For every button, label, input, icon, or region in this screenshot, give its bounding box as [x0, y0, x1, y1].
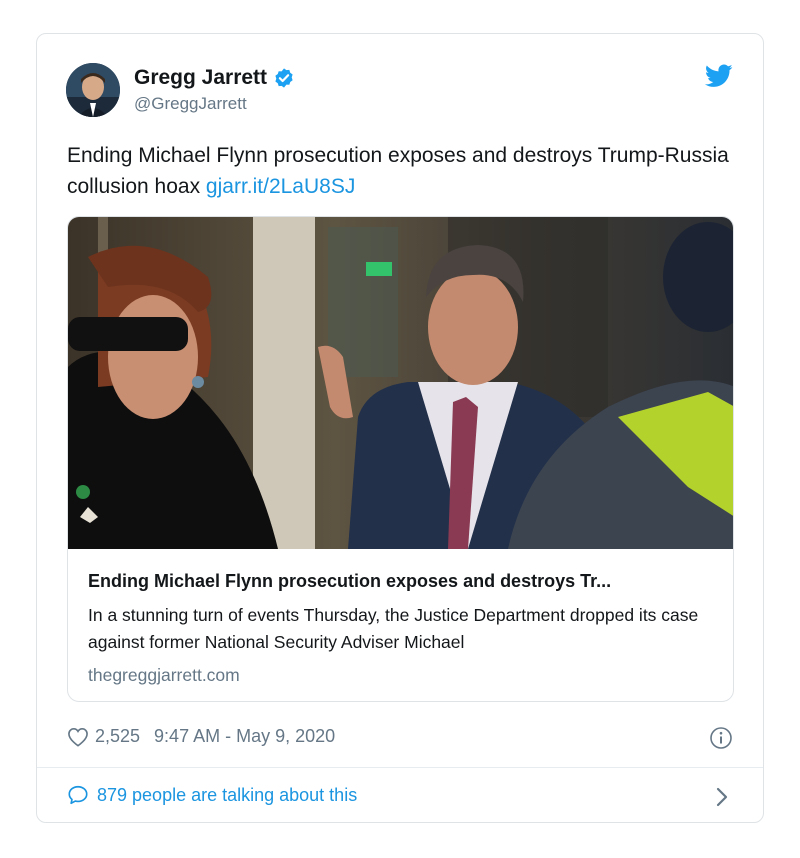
author-handle[interactable]: @GreggJarrett — [134, 94, 247, 114]
tweet-card[interactable]: Gregg Jarrett @GreggJarrett Ending Micha… — [36, 33, 764, 823]
tweet-link[interactable]: gjarr.it/2LaU8SJ — [206, 175, 355, 198]
timestamp[interactable]: 9:47 AM - May 9, 2020 — [154, 726, 335, 747]
link-card-domain: thegreggjarrett.com — [88, 665, 240, 685]
like-count[interactable]: 2,525 — [95, 726, 140, 747]
article-photo[interactable] — [68, 217, 734, 549]
link-card-title[interactable]: Ending Michael Flynn prosecution exposes… — [88, 571, 718, 592]
author-name[interactable]: Gregg Jarrett — [134, 66, 267, 90]
author-name-row[interactable]: Gregg Jarrett — [134, 66, 295, 90]
heart-icon[interactable] — [67, 727, 89, 747]
speech-bubble-icon — [68, 785, 88, 805]
divider — [37, 767, 763, 768]
info-icon[interactable] — [709, 726, 733, 750]
verified-badge-icon — [275, 68, 293, 88]
conversation-text[interactable]: 879 people are talking about this — [97, 785, 357, 806]
avatar[interactable] — [66, 63, 120, 117]
tweet-text: Ending Michael Flynn prosecution exposes… — [67, 140, 747, 202]
tweet-meta: 2,525 9:47 AM - May 9, 2020 — [67, 726, 335, 747]
twitter-bird-icon[interactable] — [705, 64, 733, 88]
link-card-description: In a stunning turn of events Thursday, t… — [88, 605, 699, 652]
chevron-right-icon[interactable] — [715, 786, 729, 808]
conversation-link[interactable]: 879 people are talking about this — [67, 784, 357, 806]
link-preview-card[interactable]: Ending Michael Flynn prosecution exposes… — [67, 216, 734, 702]
tweet-body: Ending Michael Flynn prosecution exposes… — [67, 144, 729, 198]
